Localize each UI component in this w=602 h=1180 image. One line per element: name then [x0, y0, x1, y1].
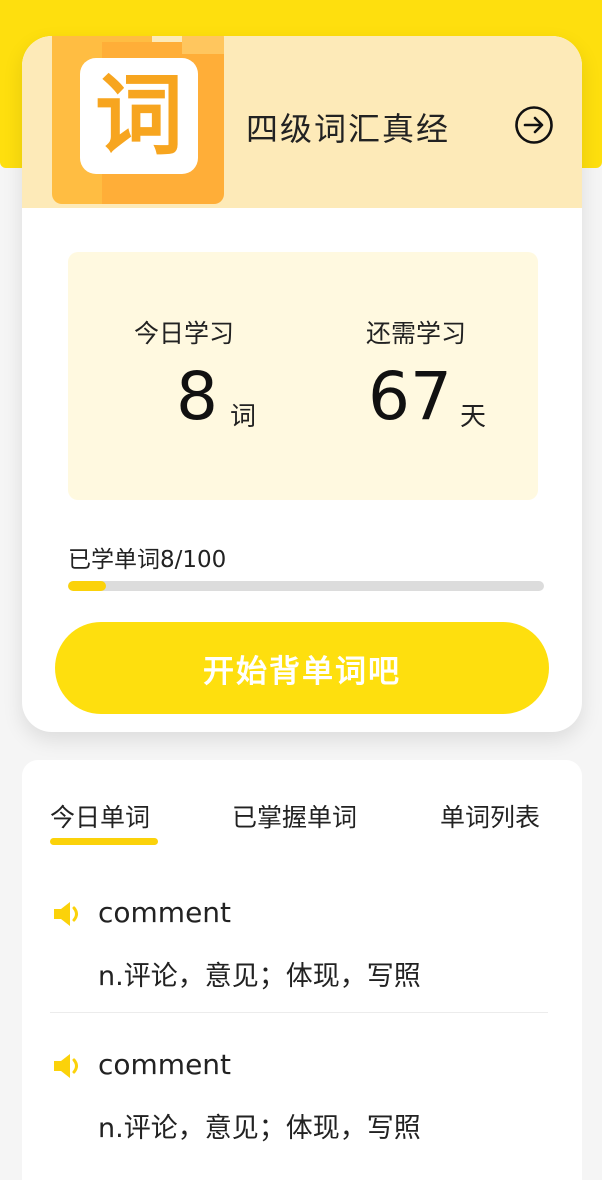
word-meaning: n.评论，意见；体现，写照 — [98, 1113, 421, 1144]
today-study-label: 今日学习 — [134, 319, 235, 348]
word-text: comment — [98, 896, 232, 929]
speaker-icon[interactable] — [52, 1052, 86, 1080]
tab-today-words[interactable]: 今日单词 — [50, 798, 150, 834]
remaining-days-value: 67 — [368, 358, 452, 435]
start-memorizing-button[interactable]: 开始背单词吧 — [55, 622, 549, 714]
word-text: comment — [98, 1048, 232, 1081]
book-logo-character: 词 — [94, 64, 183, 167]
tab-mastered-words[interactable]: 已掌握单词 — [232, 798, 357, 834]
progress-bar-fill — [68, 581, 107, 591]
active-tab-indicator — [50, 838, 158, 845]
learned-words-progress-label: 已学单词8/100 — [68, 547, 227, 573]
word-divider — [50, 1012, 548, 1013]
vocabulary-book-card: 词 四级词汇真经 今日学习 8 词 还需学习 67 天 已学单词8/100 开始… — [22, 36, 582, 732]
words-panel: 今日单词 已掌握单词 单词列表 comment n.评论，意见；体现，写照 co… — [22, 760, 582, 1180]
remaining-days-label: 还需学习 — [366, 319, 467, 348]
book-page-fold — [182, 36, 224, 54]
arrow-right-circle-icon[interactable] — [514, 105, 554, 145]
today-study-unit: 词 — [230, 402, 257, 432]
study-stats-panel: 今日学习 8 词 还需学习 67 天 — [68, 252, 538, 500]
book-title: 四级词汇真经 — [246, 110, 451, 148]
word-meaning: n.评论，意见；体现，写照 — [98, 961, 421, 992]
progress-bar — [68, 581, 544, 591]
remaining-days-unit: 天 — [460, 402, 487, 432]
book-logo: 词 — [80, 58, 198, 174]
word-list-item[interactable]: comment n.评论，意见；体现，写照 — [22, 1032, 582, 1162]
tab-word-list[interactable]: 单词列表 — [440, 798, 540, 834]
word-list-item[interactable]: comment n.评论，意见；体现，写照 — [22, 880, 582, 1010]
speaker-icon[interactable] — [52, 900, 86, 928]
today-study-value: 8 — [176, 358, 218, 435]
book-header[interactable]: 词 四级词汇真经 — [22, 36, 582, 208]
